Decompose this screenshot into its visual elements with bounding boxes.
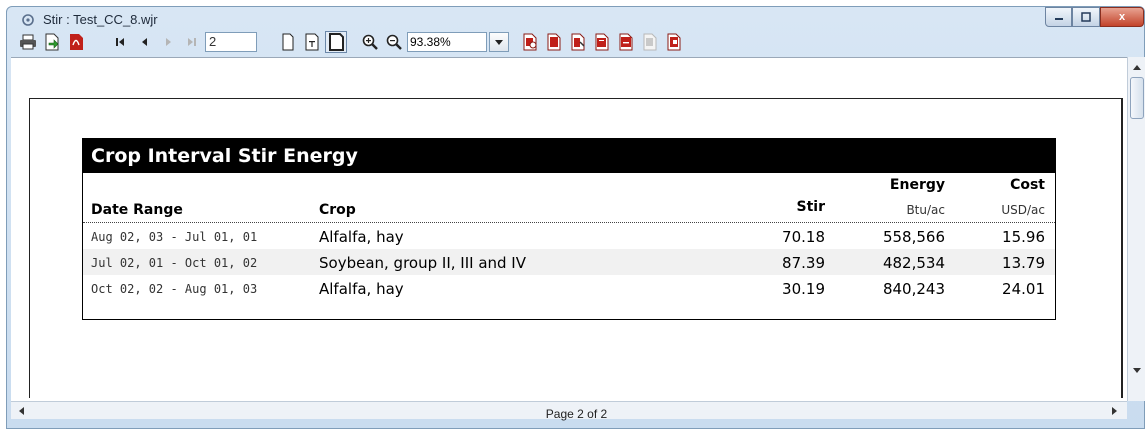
first-page-button[interactable] <box>109 31 131 53</box>
export-icon <box>45 33 59 51</box>
page-width-icon <box>305 33 319 51</box>
column-header-crop: Crop <box>319 202 356 218</box>
cell-cost: 13.79 <box>1002 254 1045 272</box>
column-header-date-range: Date Range <box>91 202 183 218</box>
page-width-button[interactable] <box>301 31 323 53</box>
report-tool-button-6[interactable] <box>639 31 661 53</box>
whole-page-button[interactable] <box>325 31 347 53</box>
printer-icon <box>20 34 36 50</box>
page-indicator: Page 2 of 2 <box>545 407 608 421</box>
page-number-input[interactable]: 2 <box>205 32 257 52</box>
single-page-button[interactable] <box>277 31 299 53</box>
window-controls: x <box>1045 7 1144 27</box>
column-header-stir: Stir <box>796 199 825 215</box>
cell-date-range: Jul 02, 01 - Oct 01, 02 <box>91 256 258 270</box>
table-header-row: Date Range Crop Stir Energy Btu/ac Cost … <box>83 173 1055 223</box>
scroll-down-icon <box>1133 368 1141 373</box>
scroll-up-button[interactable] <box>1128 59 1145 75</box>
cell-stir: 70.18 <box>782 228 825 246</box>
previous-page-button[interactable] <box>133 31 155 53</box>
table-row: Aug 02, 03 - Jul 01, 01 Alfalfa, hay 70.… <box>83 223 1055 249</box>
scroll-up-icon <box>1133 65 1141 70</box>
toolbar: 2 93.38% <box>17 29 687 55</box>
find-next-button[interactable] <box>543 31 565 53</box>
next-page-icon <box>166 38 171 46</box>
find-icon <box>523 33 537 51</box>
window-title: Stir : Test_CC_8.wjr <box>43 12 158 27</box>
cell-stir: 30.19 <box>782 280 825 298</box>
report-tool-button-7[interactable] <box>663 31 685 53</box>
chevron-down-icon <box>495 40 503 45</box>
minimize-icon <box>1054 18 1063 20</box>
report-tool-icon <box>643 33 657 51</box>
zoom-dropdown-button[interactable] <box>489 32 509 52</box>
cell-energy: 482,534 <box>882 254 945 272</box>
column-header-energy: Energy <box>889 177 945 193</box>
cell-crop: Alfalfa, hay <box>319 280 404 298</box>
minimize-button[interactable] <box>1045 7 1072 27</box>
maximize-button[interactable] <box>1072 7 1100 27</box>
pdf-icon <box>70 34 83 50</box>
report-tool-button-5[interactable] <box>615 31 637 53</box>
previous-page-icon <box>142 38 147 46</box>
zoom-level-field[interactable]: 93.38% <box>407 32 487 52</box>
find-next-icon <box>547 33 561 51</box>
last-page-icon <box>188 38 196 46</box>
zoom-out-button[interactable] <box>383 31 405 53</box>
last-page-button[interactable] <box>181 31 203 53</box>
scroll-down-button[interactable] <box>1128 363 1145 379</box>
column-header-cost: Cost <box>1010 177 1045 193</box>
zoom-in-button[interactable] <box>359 31 381 53</box>
report-title: Crop Interval Stir Energy <box>83 139 1055 173</box>
table-row: Jul 02, 01 - Oct 01, 02 Soybean, group I… <box>83 249 1055 275</box>
cell-date-range: Aug 02, 03 - Jul 01, 01 <box>91 230 258 244</box>
cell-date-range: Oct 02, 02 - Aug 01, 03 <box>91 282 258 296</box>
zoom-in-icon <box>362 34 378 50</box>
find-button[interactable] <box>519 31 541 53</box>
table-row: Oct 02, 02 - Aug 01, 03 Alfalfa, hay 30.… <box>83 275 1055 301</box>
cell-cost: 15.96 <box>1002 228 1045 246</box>
pdf-button[interactable] <box>65 31 87 53</box>
report-tool-button-3[interactable] <box>567 31 589 53</box>
next-page-button[interactable] <box>157 31 179 53</box>
print-button[interactable] <box>17 31 39 53</box>
column-unit-energy: Btu/ac <box>906 203 945 217</box>
cell-crop: Soybean, group II, III and IV <box>319 254 526 272</box>
export-button[interactable] <box>41 31 63 53</box>
report-tool-button-4[interactable] <box>591 31 613 53</box>
cell-energy: 558,566 <box>882 228 945 246</box>
report-tool-icon <box>619 33 633 51</box>
first-page-icon <box>116 38 124 46</box>
single-page-icon <box>282 33 294 51</box>
report-tool-icon <box>595 33 609 51</box>
report-tool-icon <box>667 33 681 51</box>
zoom-out-icon <box>386 34 402 50</box>
whole-page-icon <box>329 33 344 51</box>
cell-energy: 840,243 <box>882 280 945 298</box>
maximize-icon <box>1081 12 1091 22</box>
vertical-scrollbar[interactable] <box>1127 57 1145 401</box>
close-icon: x <box>1118 11 1126 23</box>
column-unit-cost: USD/ac <box>1001 203 1045 217</box>
cell-cost: 24.01 <box>1002 280 1045 298</box>
crop-interval-stir-energy-table: Crop Interval Stir Energy Date Range Cro… <box>82 138 1056 320</box>
vertical-scroll-thumb[interactable] <box>1130 77 1144 119</box>
cell-stir: 87.39 <box>782 254 825 272</box>
close-button[interactable]: x <box>1100 7 1144 27</box>
app-icon <box>22 14 34 26</box>
cell-crop: Alfalfa, hay <box>319 228 404 246</box>
report-tool-icon <box>571 33 585 51</box>
